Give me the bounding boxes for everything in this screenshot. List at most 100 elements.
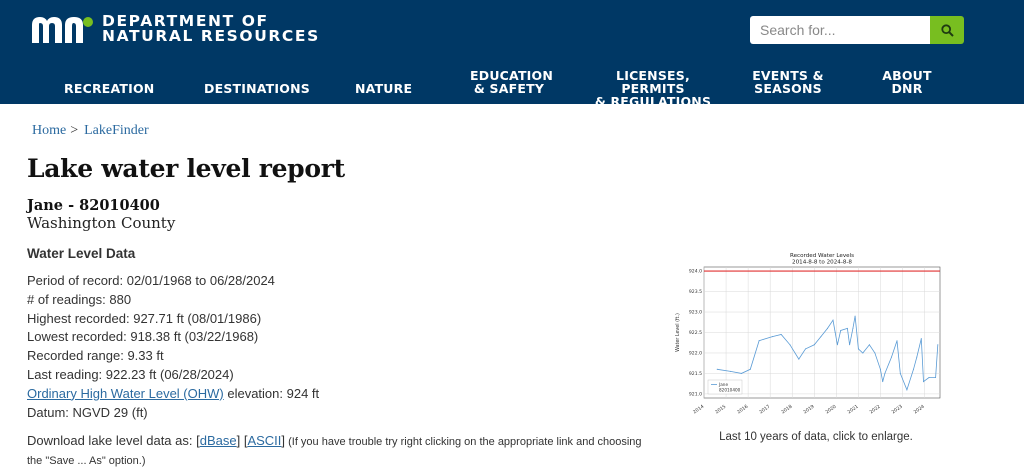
data-point <box>906 389 908 391</box>
data-point <box>840 330 842 331</box>
data-point <box>749 368 751 370</box>
breadcrumb-home[interactable]: Home <box>32 123 66 138</box>
ohw-link[interactable]: Ordinary High Water Level (OHW) <box>27 386 224 401</box>
data-point <box>928 377 930 378</box>
breadcrumb-lakefinder[interactable]: LakeFinder <box>84 123 149 138</box>
data-point <box>913 368 914 370</box>
county-name: Washington County <box>27 214 176 232</box>
y-tick-label: 922.0 <box>689 351 702 357</box>
data-point <box>920 338 922 340</box>
data-point <box>896 340 898 342</box>
data-point <box>716 368 718 370</box>
data-point <box>879 368 881 370</box>
search-bar <box>750 16 964 44</box>
search-input[interactable] <box>750 16 930 44</box>
chart-title: Recorded Water Levels <box>790 253 854 259</box>
site-header: DEPARTMENT OF NATURAL RESOURCES RECREATI… <box>0 0 1024 108</box>
download-section: Download lake level data as: [dBase] [AS… <box>27 433 642 467</box>
x-tick-label: 2024 <box>913 404 926 416</box>
data-point <box>923 381 924 383</box>
last-reading: Last reading: 922.23 ft (06/28/2024) <box>27 366 234 382</box>
x-tick-label: 2019 <box>802 404 815 416</box>
number-of-readings: # of readings: 880 <box>27 291 132 307</box>
lowest-recorded: Lowest recorded: 918.38 ft (03/22/1968) <box>27 329 259 345</box>
recorded-range: Recorded range: 9.33 ft <box>27 348 164 364</box>
data-point <box>741 372 742 374</box>
highest-recorded: Highest recorded: 927.71 ft (08/01/1986) <box>27 310 262 326</box>
data-point <box>849 344 851 346</box>
data-point <box>937 344 939 346</box>
dnr-logo[interactable]: DEPARTMENT OF NATURAL RESOURCES <box>30 12 320 46</box>
data-point <box>758 340 760 342</box>
data-point <box>854 315 856 317</box>
data-point <box>935 377 937 378</box>
data-point <box>813 344 815 346</box>
data-point <box>834 332 836 333</box>
page-title: Lake water level report <box>27 154 345 183</box>
x-tick-label: 2023 <box>891 404 904 416</box>
download-prefix: Download lake level data as: <box>27 433 197 448</box>
x-tick-label: 2020 <box>824 404 837 416</box>
nav-destinations[interactable]: DESTINATIONS <box>204 82 310 95</box>
data-point <box>899 372 901 374</box>
search-icon <box>940 23 954 37</box>
y-tick-label: 923.0 <box>689 310 702 316</box>
x-tick-label: 2015 <box>714 404 727 416</box>
data-point <box>882 381 884 383</box>
y-tick-label: 921.5 <box>689 371 702 377</box>
chart-caption: Last 10 years of data, click to enlarge. <box>719 431 913 443</box>
legend-entry: 82010400 <box>719 388 741 393</box>
data-point <box>836 344 838 346</box>
datum: Datum: NGVD 29 (ft) <box>27 404 148 420</box>
legend-entry: Jane <box>718 382 728 387</box>
ohw-elevation: Ordinary High Water Level (OHW) elevatio… <box>27 385 319 404</box>
nav-licenses-permits-regulations[interactable]: LICENSES, PERMITS & REGULATIONS <box>590 69 716 108</box>
data-point <box>868 344 870 346</box>
breadcrumb-separator: > <box>70 123 79 138</box>
water-level-chart[interactable]: Recorded Water Levels 2014-8-8 to 2024-8-… <box>670 250 952 422</box>
y-tick-label: 921.0 <box>689 392 702 398</box>
nav-about-dnr[interactable]: ABOUT DNR <box>880 69 934 95</box>
mn-logo-icon <box>32 17 93 43</box>
data-point <box>780 334 782 335</box>
data-point <box>832 319 834 321</box>
nav-events-seasons[interactable]: EVENTS & SEASONS <box>752 69 824 95</box>
data-point <box>916 356 918 358</box>
data-point <box>846 327 848 329</box>
y-tick-label: 923.5 <box>689 289 702 295</box>
x-tick-label: 2016 <box>736 404 749 416</box>
data-point <box>874 352 876 354</box>
chart-svg: Recorded Water Levels2014-8-8 to 2024-8-… <box>675 253 941 416</box>
x-tick-label: 2017 <box>758 404 771 416</box>
data-point <box>857 348 859 350</box>
y-axis-label: Water Level (ft.) <box>675 313 681 352</box>
dbase-link[interactable]: dBase <box>200 433 237 448</box>
logo-text: DEPARTMENT OF NATURAL RESOURCES <box>102 13 320 45</box>
data-point <box>789 344 791 346</box>
water-level-heading: Water Level Data <box>27 246 136 261</box>
search-button[interactable] <box>930 16 964 44</box>
ascii-link[interactable]: ASCII <box>247 433 281 448</box>
data-point <box>827 327 828 329</box>
data-point <box>891 356 892 358</box>
breadcrumb: Home > LakeFinder <box>32 123 149 139</box>
data-point <box>798 358 800 360</box>
x-tick-label: 2022 <box>869 404 882 416</box>
x-tick-label: 2018 <box>780 404 793 416</box>
data-point <box>805 348 806 350</box>
data-point <box>771 336 773 338</box>
ohw-elevation-value: elevation: 924 ft <box>223 385 320 401</box>
nav-education-safety[interactable]: EDUCATION & SAFETY <box>470 69 553 95</box>
nav-recreation[interactable]: RECREATION <box>64 82 154 95</box>
data-point <box>820 336 822 338</box>
water-level-stats: Period of record: 02/01/1968 to 06/28/20… <box>27 272 319 422</box>
chart-subtitle: 2014-8-8 to 2024-8-8 <box>792 260 852 266</box>
logo-line-2: NATURAL RESOURCES <box>102 27 320 45</box>
y-tick-label: 924.0 <box>689 269 702 275</box>
data-point <box>730 370 731 372</box>
data-point <box>862 352 864 354</box>
y-tick-label: 922.5 <box>689 330 702 336</box>
data-point <box>852 327 854 329</box>
data-point <box>884 372 886 374</box>
nav-nature[interactable]: NATURE <box>355 82 412 95</box>
